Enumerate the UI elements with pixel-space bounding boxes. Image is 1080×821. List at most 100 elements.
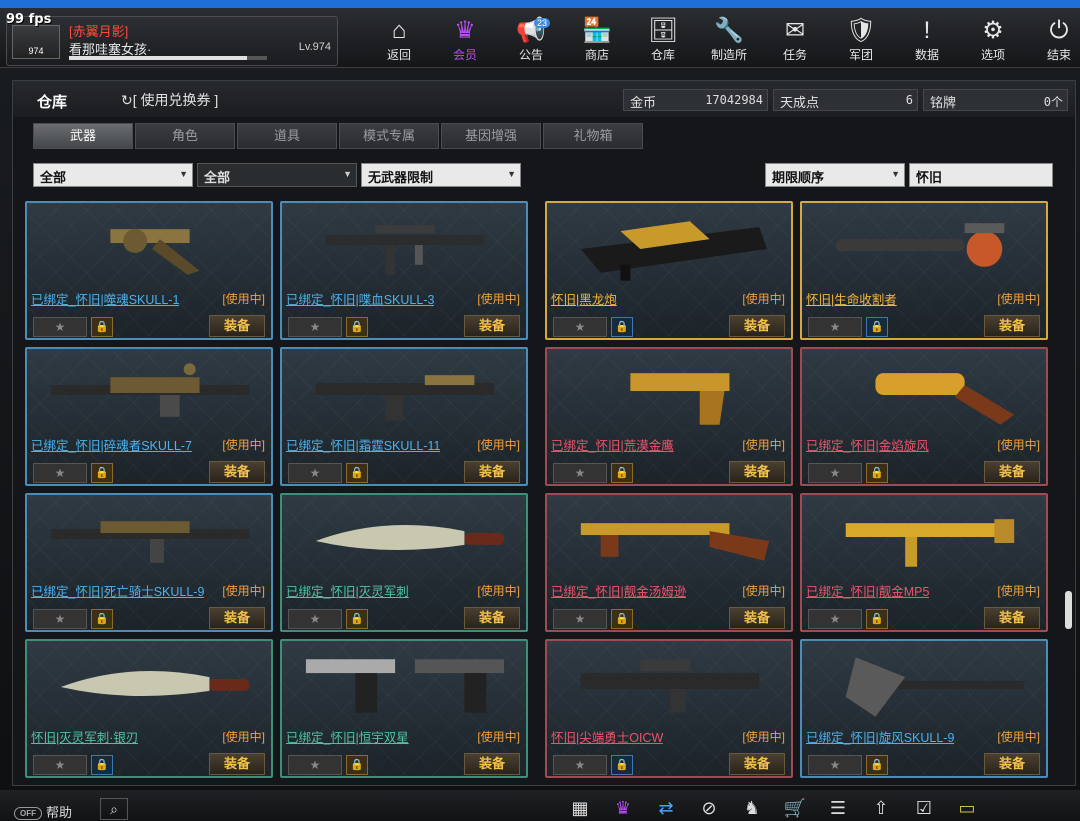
lock-icon[interactable]: 🔒 [611, 755, 633, 775]
favorite-star-icon[interactable]: ★ [808, 463, 862, 483]
nav-options[interactable]: ⚙ 选项 [960, 16, 1026, 68]
nav-member[interactable]: ♛ 会员 [432, 16, 498, 68]
item-name[interactable]: 已绑定_怀旧|喋血SKULL-3 [286, 289, 434, 308]
lock-icon[interactable]: 🔒 [866, 755, 888, 775]
equip-button[interactable]: 装备 [464, 461, 520, 483]
equip-button[interactable]: 装备 [209, 607, 265, 629]
equip-button[interactable]: 装备 [209, 461, 265, 483]
check-icon[interactable]: ☑ [904, 795, 944, 821]
equip-button[interactable]: 装备 [729, 315, 785, 337]
lock-icon[interactable]: 🔒 [611, 463, 633, 483]
scrollbar-thumb[interactable] [1065, 591, 1072, 629]
lock-icon[interactable]: 🔒 [346, 463, 368, 483]
item-card[interactable]: 怀旧|黑龙炮 [使用中] ★ 🔒 装备 [545, 201, 793, 340]
item-card[interactable]: 已绑定_怀旧|霜霆SKULL-11 [使用中] ★ 🔒 装备 [280, 347, 528, 486]
item-card[interactable]: 已绑定_怀旧|灭灵军刺 [使用中] ★ 🔒 装备 [280, 493, 528, 632]
favorite-star-icon[interactable]: ★ [553, 317, 607, 337]
item-name[interactable]: 怀旧|生命收割者 [806, 289, 897, 308]
item-name[interactable]: 已绑定_怀旧|霜霆SKULL-11 [286, 435, 440, 454]
lock-icon[interactable]: 🔒 [346, 317, 368, 337]
favorite-star-icon[interactable]: ★ [288, 463, 342, 483]
equip-button[interactable]: 装备 [464, 753, 520, 775]
favorite-star-icon[interactable]: ★ [808, 317, 862, 337]
item-card[interactable]: 已绑定_怀旧|靓金MP5 [使用中] ★ 🔒 装备 [800, 493, 1048, 632]
item-name[interactable]: 已绑定_怀旧|恒宇双星 [286, 727, 409, 746]
lock-icon[interactable]: 🔒 [611, 317, 633, 337]
equip-button[interactable]: 装备 [209, 315, 265, 337]
equip-button[interactable]: 装备 [729, 753, 785, 775]
equip-button[interactable]: 装备 [729, 607, 785, 629]
scrollbar[interactable] [1063, 221, 1073, 781]
lock-icon[interactable]: 🔒 [91, 609, 113, 629]
equip-button[interactable]: 装备 [209, 753, 265, 775]
equip-button[interactable]: 装备 [984, 607, 1040, 629]
calendar-icon[interactable]: ▦ [560, 795, 600, 821]
player-card[interactable]: 974 [赤翼月影] 看那哇塞女孩· Lv.974 [6, 16, 338, 66]
nav-clan[interactable]: 🛡 军团 [828, 16, 894, 68]
favorite-star-icon[interactable]: ★ [553, 463, 607, 483]
item-name[interactable]: 已绑定_怀旧|死亡骑士SKULL-9 [31, 581, 204, 600]
upgrade-icon[interactable]: ⇧ [861, 795, 901, 821]
tab-4[interactable]: 基因增强 [441, 123, 541, 149]
equip-button[interactable]: 装备 [729, 461, 785, 483]
favorite-star-icon[interactable]: ★ [288, 317, 342, 337]
item-name[interactable]: 已绑定_怀旧|靓金MP5 [806, 581, 929, 600]
favorite-star-icon[interactable]: ★ [33, 755, 87, 775]
lock-icon[interactable]: 🔒 [866, 463, 888, 483]
tab-2[interactable]: 道具 [237, 123, 337, 149]
nav-workshop[interactable]: 🔧 制造所 [696, 16, 762, 68]
item-card[interactable]: 已绑定_怀旧|荒漠金鹰 [使用中] ★ 🔒 装备 [545, 347, 793, 486]
tab-5[interactable]: 礼物箱 [543, 123, 643, 149]
tab-3[interactable]: 模式专属 [339, 123, 439, 149]
equip-button[interactable]: 装备 [984, 461, 1040, 483]
item-card[interactable]: 已绑定_怀旧|旋风SKULL-9 [使用中] ★ 🔒 装备 [800, 639, 1048, 778]
help-button[interactable]: OFF 帮助 [14, 802, 72, 821]
item-name[interactable]: 已绑定_怀旧|靓金汤姆逊 [551, 581, 686, 600]
item-card[interactable]: 怀旧|生命收割者 [使用中] ★ 🔒 装备 [800, 201, 1048, 340]
item-card[interactable]: 已绑定_怀旧|喋血SKULL-3 [使用中] ★ 🔒 装备 [280, 201, 528, 340]
tab-0[interactable]: 武器 [33, 123, 133, 149]
favorite-star-icon[interactable]: ★ [553, 609, 607, 629]
item-name[interactable]: 已绑定_怀旧|灭灵军刺 [286, 581, 409, 600]
lock-icon[interactable]: 🔒 [611, 609, 633, 629]
favorite-star-icon[interactable]: ★ [553, 755, 607, 775]
favorite-star-icon[interactable]: ★ [288, 755, 342, 775]
favorite-star-icon[interactable]: ★ [33, 463, 87, 483]
vip-cart-icon[interactable]: ♛ [603, 795, 643, 821]
toggle-switch[interactable]: OFF [14, 807, 42, 821]
lock-icon[interactable]: 🔒 [866, 317, 888, 337]
item-card[interactable]: 已绑定_怀旧|金焰旋风 [使用中] ★ 🔒 装备 [800, 347, 1048, 486]
item-name[interactable]: 已绑定_怀旧|金焰旋风 [806, 435, 929, 454]
cart-icon[interactable]: 🛒 [775, 795, 815, 821]
lock-icon[interactable]: 🔒 [866, 609, 888, 629]
exchange-icon[interactable]: ⇄ [646, 795, 686, 821]
nav-notice[interactable]: 📢 公告 23 [498, 16, 564, 68]
nav-exit[interactable]: ⏻ 结束 [1026, 16, 1080, 68]
favorite-star-icon[interactable]: ★ [33, 609, 87, 629]
weapon-limit-filter[interactable]: 无武器限制 ▼ [361, 163, 521, 187]
item-card[interactable]: 已绑定_怀旧|噬魂SKULL-1 [使用中] ★ 🔒 装备 [25, 201, 273, 340]
lock-icon[interactable]: 🔒 [346, 755, 368, 775]
item-card[interactable]: 已绑定_怀旧|靓金汤姆逊 [使用中] ★ 🔒 装备 [545, 493, 793, 632]
character-icon[interactable]: ♞ [732, 795, 772, 821]
equip-button[interactable]: 装备 [464, 315, 520, 337]
nav-storage[interactable]: 🗄 仓库 [630, 16, 696, 68]
equip-button[interactable]: 装备 [464, 607, 520, 629]
favorite-star-icon[interactable]: ★ [33, 317, 87, 337]
use-coupon-button[interactable]: ↻[ 使用兑换券 ] [121, 90, 218, 110]
nav-stats[interactable]: ! 数据 [894, 16, 960, 68]
favorite-star-icon[interactable]: ★ [808, 609, 862, 629]
lock-icon[interactable]: 🔒 [346, 609, 368, 629]
item-card[interactable]: 已绑定_怀旧|碎魂者SKULL-7 [使用中] ★ 🔒 装备 [25, 347, 273, 486]
compass-icon[interactable]: ⊘ [689, 795, 729, 821]
favorite-star-icon[interactable]: ★ [808, 755, 862, 775]
filter-all-1[interactable]: 全部 ▼ [33, 163, 193, 187]
item-name[interactable]: 怀旧|尖端勇士OICW [551, 727, 663, 746]
search-input[interactable]: 怀旧 [909, 163, 1053, 187]
item-name[interactable]: 已绑定_怀旧|噬魂SKULL-1 [31, 289, 179, 308]
item-name[interactable]: 已绑定_怀旧|荒漠金鹰 [551, 435, 674, 454]
item-name[interactable]: 已绑定_怀旧|旋风SKULL-9 [806, 727, 954, 746]
list-icon[interactable]: ☰ [818, 795, 858, 821]
item-name[interactable]: 已绑定_怀旧|碎魂者SKULL-7 [31, 435, 192, 454]
card-icon[interactable]: ▭ [947, 795, 987, 821]
